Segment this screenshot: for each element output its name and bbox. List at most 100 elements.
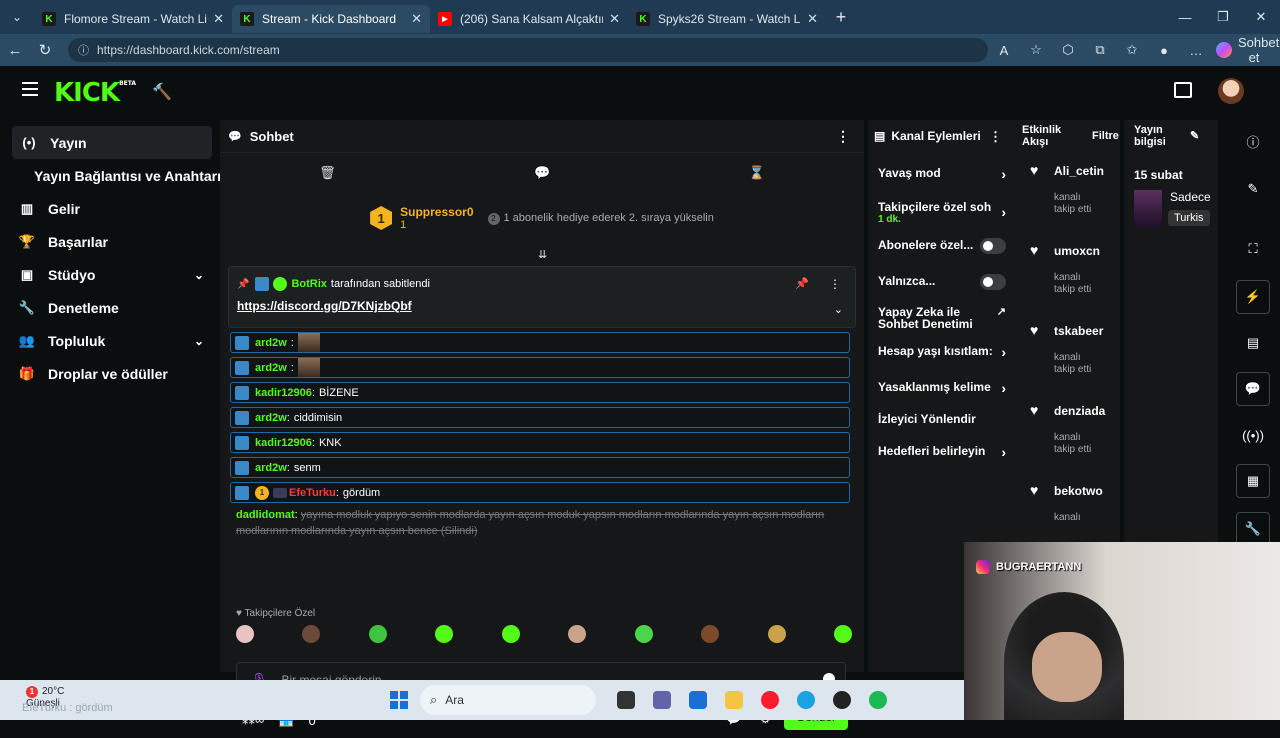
chat-menu-icon[interactable]: ⋮	[836, 128, 850, 145]
tab-actions-chevron-icon[interactable]: ⌄	[0, 0, 34, 34]
subscribers-only-item[interactable]: Abonelere özel...	[868, 238, 1016, 262]
read-aloud-icon[interactable]: A	[988, 43, 1020, 58]
user-avatar[interactable]	[1218, 78, 1244, 104]
sidebar-item-droplar[interactable]: 🎁 Droplar ve ödüller	[4, 357, 218, 390]
browser-tab[interactable]: K Flomore Stream - Watch Live on Ki ✕	[34, 5, 232, 33]
emote-icon[interactable]	[634, 625, 653, 643]
ai-moderation-item[interactable]: Yapay Zeka ile Sohbet Denetimi ↗	[868, 306, 1016, 336]
url-input[interactable]: ⓘ https://dashboard.kick.com/stream	[68, 38, 988, 62]
refresh-icon[interactable]: ↻	[30, 41, 60, 59]
chat-bubble-icon[interactable]: 💬	[1236, 372, 1270, 406]
viewer-redirect-item[interactable]: İzleyici Yönlendir	[868, 412, 1016, 436]
sidebar-item-gelir[interactable]: ▥ Gelir	[4, 192, 218, 225]
close-tab-icon[interactable]: ✕	[213, 11, 224, 27]
chat-message[interactable]: ard2w:	[230, 332, 850, 353]
subscribers-only-toggle[interactable]	[980, 238, 1006, 254]
new-tab-button[interactable]: +	[826, 7, 856, 28]
set-goals-item[interactable]: Hedefleri belirleyin ›	[868, 444, 1016, 468]
emote-icon[interactable]	[833, 625, 852, 643]
browser-tab[interactable]: K Spyks26 Stream - Watch Live on Ki ✕	[628, 5, 826, 33]
sidebar-item-basarilar[interactable]: 🏆 Başarılar	[4, 225, 218, 258]
copilot-icon	[1216, 42, 1232, 58]
sidebar-item-yayin[interactable]: (•) Yayın	[12, 126, 212, 159]
filter-button[interactable]: Filtre	[1092, 130, 1119, 142]
maximize-icon[interactable]: ❐	[1204, 0, 1242, 34]
emote-icon[interactable]	[435, 625, 454, 643]
wrench-icon[interactable]: 🔧	[1236, 512, 1270, 546]
menu-icon[interactable]	[22, 82, 38, 100]
opera-icon[interactable]	[752, 686, 788, 714]
teams-icon[interactable]	[644, 686, 680, 714]
chat-mode-icon[interactable]: 💬	[534, 165, 550, 181]
pinned-menu-icon[interactable]: ⋮	[829, 277, 841, 291]
emote-icon[interactable]	[701, 625, 720, 643]
kick-logo[interactable]: KICKBETA	[54, 78, 136, 108]
favorite-star-icon[interactable]: ☆	[1020, 42, 1052, 58]
layout-icon[interactable]: ▦	[1236, 464, 1270, 498]
site-info-icon[interactable]: ⓘ	[78, 42, 89, 58]
hammer-icon[interactable]: 🔨	[152, 82, 172, 102]
scroll-down-icon[interactable]: ⇊	[538, 248, 547, 261]
community-icon: 👥	[18, 332, 36, 348]
store-icon[interactable]	[680, 686, 716, 714]
dashboard-toggle-icon[interactable]	[1174, 82, 1192, 98]
obs-icon[interactable]	[824, 686, 860, 714]
split-screen-icon[interactable]: ⧉	[1084, 42, 1116, 58]
chat-message[interactable]: kadir12906: KNK	[230, 432, 850, 453]
minimize-icon[interactable]: —	[1166, 0, 1204, 34]
chevron-down-icon[interactable]: ⌄	[834, 303, 843, 316]
emote-icon[interactable]	[368, 625, 387, 643]
followers-only-item[interactable]: Takipçilere özel soh 1 dk. ›	[868, 200, 1016, 230]
fullscreen-icon[interactable]: ⛶	[1236, 232, 1270, 266]
discord-link[interactable]: https://discord.gg/D7KNjzbQbf	[237, 299, 412, 313]
task-view-icon[interactable]	[608, 686, 644, 714]
emote-only-toggle[interactable]	[980, 274, 1006, 290]
browser-tab-active[interactable]: K Stream - Kick Dashboard ✕	[232, 5, 430, 33]
windows-start-icon[interactable]	[390, 691, 408, 709]
edit-icon[interactable]: ✎	[1190, 130, 1199, 142]
close-tab-icon[interactable]: ✕	[807, 11, 818, 27]
close-tab-icon[interactable]: ✕	[609, 11, 620, 27]
document-icon[interactable]: ▤	[1236, 326, 1270, 360]
taskbar-search[interactable]: ⌕ Ara	[420, 685, 596, 715]
hourglass-icon[interactable]: ⌛	[749, 165, 765, 181]
sidebar-item-denetleme[interactable]: 🔧 Denetleme	[4, 291, 218, 324]
emote-only-item[interactable]: Yalnızca...	[868, 274, 1016, 298]
sidebar-item-studyo[interactable]: ▣ Stüdyo ⌄	[4, 258, 218, 291]
chat-message[interactable]: ard2w: ciddimisin	[230, 407, 850, 428]
emote-icon[interactable]	[236, 625, 254, 643]
info-icon[interactable]: ⓘ	[1236, 124, 1270, 158]
profile-icon[interactable]: ●	[1148, 43, 1180, 58]
back-icon[interactable]: ←	[0, 42, 30, 59]
emote-icon[interactable]	[767, 625, 786, 643]
sidebar-item-topluluk[interactable]: 👥 Topluluk ⌄	[4, 324, 218, 357]
notification-ghost-text: EfeTurku : gördüm	[22, 702, 113, 714]
unpin-icon[interactable]: 📌	[795, 277, 809, 290]
extensions-icon[interactable]: ⬡	[1052, 42, 1084, 58]
chat-message[interactable]: 1 EfeTurku: gördüm	[230, 482, 850, 503]
emote-icon[interactable]	[501, 625, 520, 643]
emote-icon[interactable]	[568, 625, 587, 643]
chat-message[interactable]: ard2w:	[230, 357, 850, 378]
spotify-icon[interactable]	[860, 686, 896, 714]
chat-message[interactable]: kadir12906: BİZENE	[230, 382, 850, 403]
more-icon[interactable]: …	[1180, 43, 1212, 58]
account-age-item[interactable]: Hesap yaşı kısıtlam: ›	[868, 344, 1016, 368]
emote-icon[interactable]	[302, 625, 321, 643]
file-explorer-icon[interactable]	[716, 686, 752, 714]
browser-tab[interactable]: ▶ (206) Sana Kalsam Alçaktım - ✕	[430, 5, 628, 33]
broadcast-icon[interactable]: ((•))	[1236, 418, 1270, 452]
slow-mode-item[interactable]: Yavaş mod ›	[868, 166, 1016, 190]
banned-words-item[interactable]: Yasaklanmış kelime ›	[868, 380, 1016, 404]
edit-icon[interactable]: ✎	[1236, 172, 1270, 206]
sidebar-item-stream-key[interactable]: Yayın Bağlantısı ve Anahtarı	[4, 159, 221, 192]
chat-message[interactable]: ard2w: senm	[230, 457, 850, 478]
close-window-icon[interactable]: ✕	[1242, 0, 1280, 34]
edge-icon[interactable]	[788, 686, 824, 714]
trash-icon[interactable]: 🗑	[319, 165, 336, 181]
actions-menu-icon[interactable]: ⋮	[989, 129, 1002, 145]
copilot-button[interactable]: Sohbet et	[1212, 35, 1280, 65]
lightning-icon[interactable]: ⚡	[1236, 280, 1270, 314]
close-tab-icon[interactable]: ✕	[411, 11, 422, 27]
favorites-icon[interactable]: ✩	[1116, 42, 1148, 58]
